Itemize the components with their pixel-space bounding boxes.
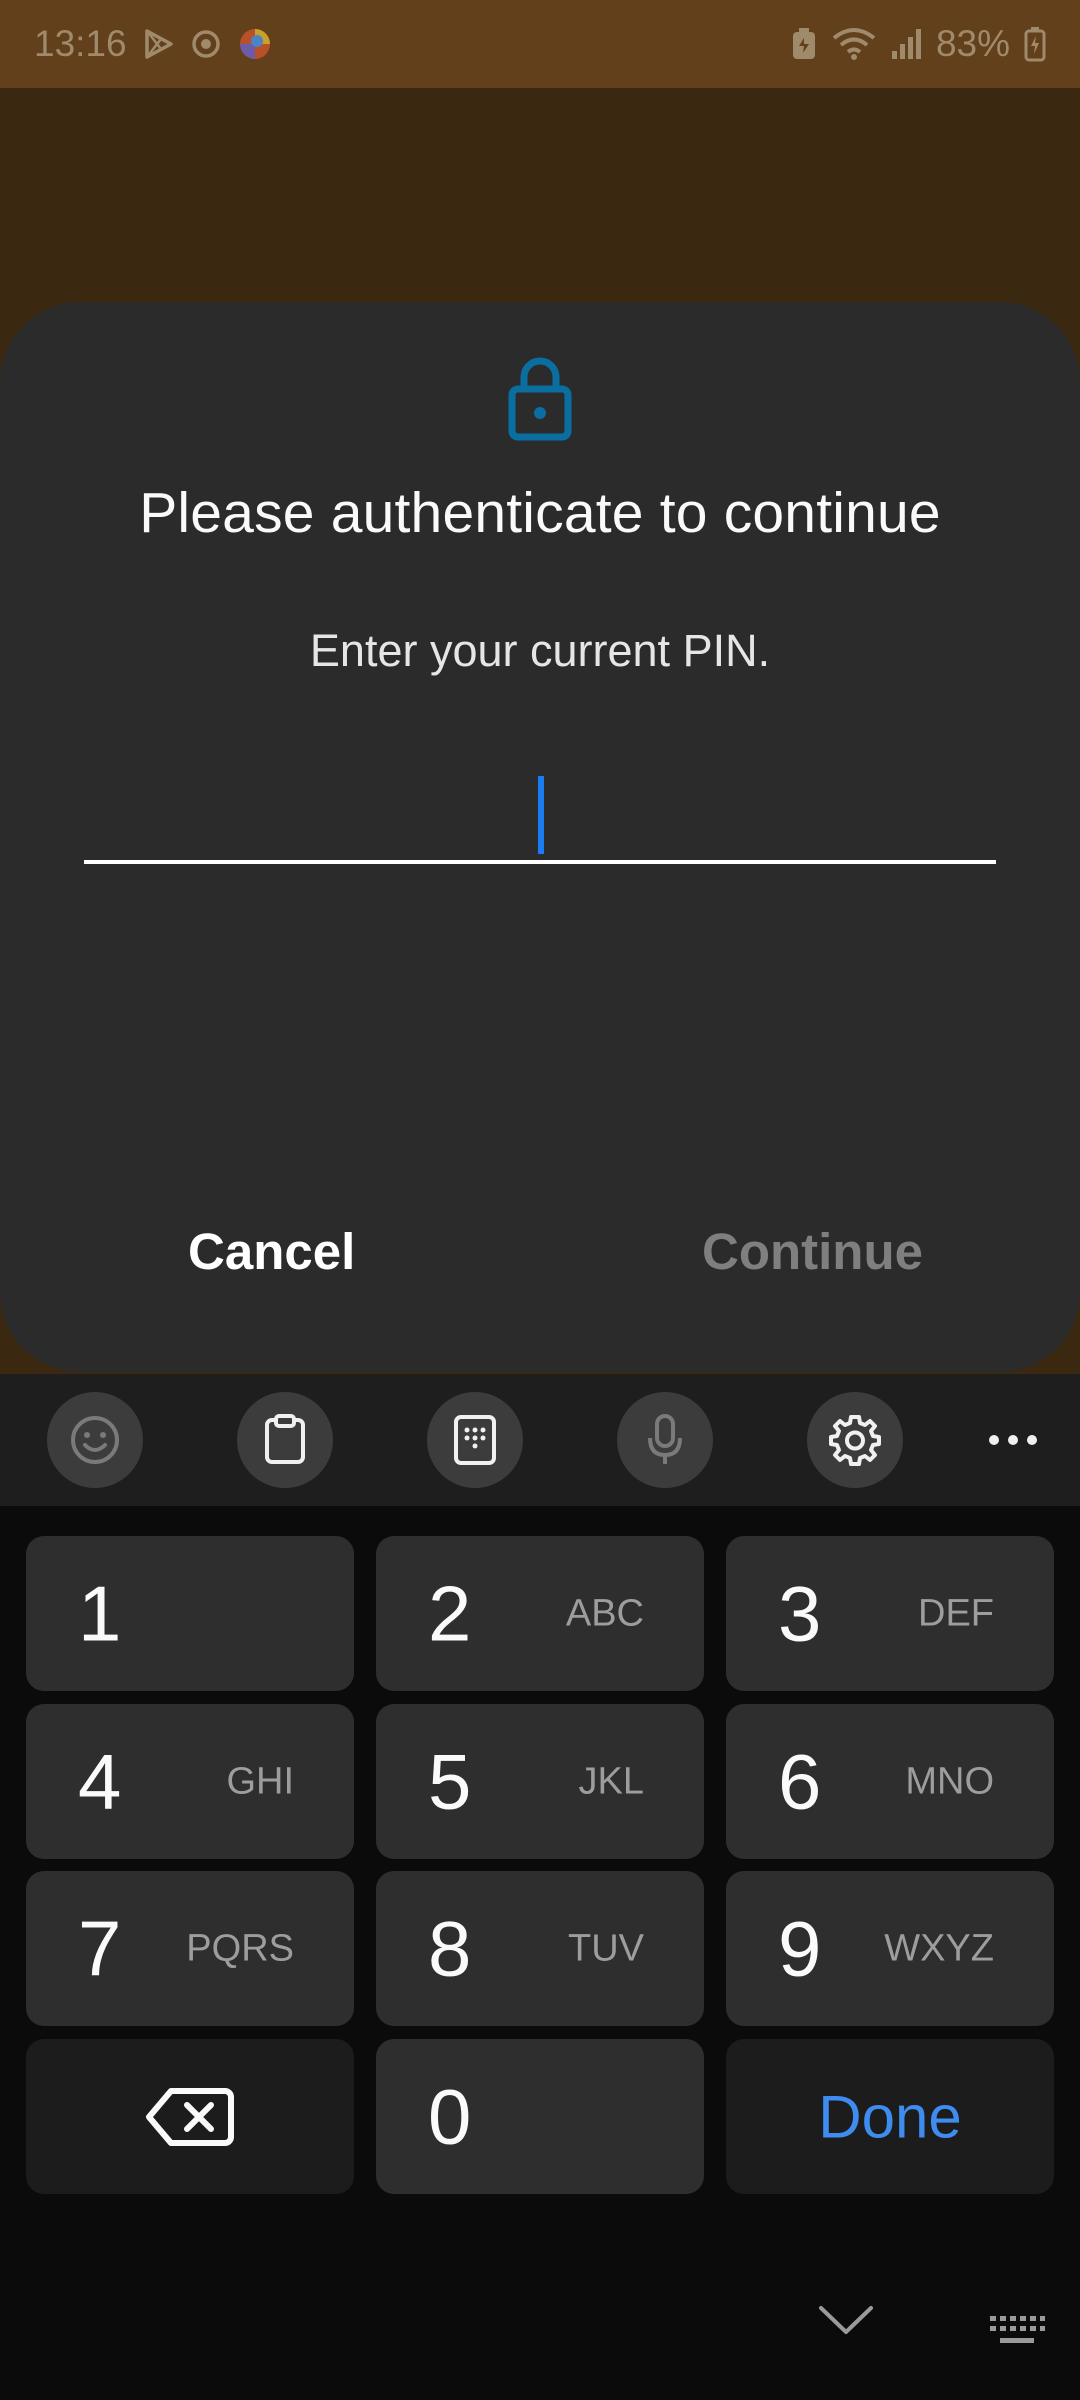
dialog-subtitle: Enter your current PIN.: [309, 625, 771, 676]
key-3[interactable]: 3 DEF: [726, 1536, 1054, 1691]
key-7[interactable]: 7 PQRS: [26, 1871, 354, 2026]
keypad-icon: [454, 1415, 496, 1465]
key-digit: 3: [778, 1569, 822, 1657]
key-digit: 6: [778, 1737, 822, 1825]
battery-percent: 83%: [935, 23, 1010, 64]
status-bar-left: 13:16: [34, 23, 273, 65]
done-label: Done: [818, 2083, 962, 2150]
key-letters: MNO: [905, 1760, 994, 1802]
key-digit: 1: [78, 1569, 122, 1657]
key-letters: GHI: [226, 1760, 294, 1802]
key-digit: 4: [78, 1737, 122, 1825]
key-2[interactable]: 2 ABC: [376, 1536, 704, 1691]
continue-button[interactable]: Continue: [702, 1222, 923, 1281]
emoji-icon: [71, 1416, 119, 1464]
key-letters: TUV: [568, 1927, 644, 1969]
text-cursor: [538, 776, 544, 854]
hide-keyboard-icon[interactable]: [815, 2300, 877, 2340]
keyboard-switch-icon[interactable]: [988, 2314, 1046, 2348]
key-4[interactable]: 4 GHI: [26, 1704, 354, 1859]
emoji-button[interactable]: [47, 1392, 143, 1488]
key-6[interactable]: 6 MNO: [726, 1704, 1054, 1859]
wifi-icon: [832, 26, 876, 62]
key-0[interactable]: 0: [376, 2039, 704, 2194]
clipboard-icon: [265, 1414, 305, 1464]
status-bar-right: 83%: [790, 23, 1046, 65]
key-digit: 9: [778, 1904, 822, 1992]
status-bar: 13:16 83%: [0, 0, 1080, 88]
sync-icon: [189, 27, 223, 61]
key-8[interactable]: 8 TUV: [376, 1871, 704, 2026]
clipboard-button[interactable]: [237, 1392, 333, 1488]
key-digit: 7: [78, 1904, 122, 1992]
status-time: 13:16: [34, 23, 127, 64]
backspace-key[interactable]: [26, 2039, 354, 2194]
microphone-icon: [648, 1414, 682, 1464]
signal-icon: [890, 27, 922, 61]
key-digit: 8: [428, 1904, 472, 1992]
backspace-icon: [146, 2087, 234, 2146]
app-icon: [237, 26, 273, 62]
voice-input-button[interactable]: [617, 1392, 713, 1488]
key-1[interactable]: 1: [26, 1536, 354, 1691]
key-digit: 2: [428, 1569, 472, 1657]
more-icon: [989, 1435, 1037, 1445]
key-5[interactable]: 5 JKL: [376, 1704, 704, 1859]
key-letters: JKL: [578, 1760, 644, 1802]
battery-charging-icon: [1024, 26, 1046, 62]
key-9[interactable]: 9 WXYZ: [726, 1871, 1054, 2026]
keypad-button[interactable]: [427, 1392, 523, 1488]
battery-saver-icon: [790, 26, 818, 62]
more-button[interactable]: [968, 1414, 1058, 1466]
key-letters: ABC: [565, 1592, 644, 1634]
key-letters: DEF: [918, 1592, 994, 1634]
key-digit: 5: [428, 1737, 472, 1825]
key-digit: 0: [428, 2072, 472, 2160]
cancel-button[interactable]: Cancel: [188, 1222, 355, 1281]
dialog-title: Please authenticate to continue: [139, 481, 941, 545]
lock-icon: [508, 357, 572, 441]
key-letters: PQRS: [186, 1927, 294, 1969]
pin-input[interactable]: [84, 770, 996, 864]
done-key[interactable]: Done: [726, 2039, 1054, 2194]
key-letters: WXYZ: [884, 1927, 994, 1969]
settings-icon: [829, 1415, 881, 1466]
keyboard-toolbar: [0, 1374, 1080, 1506]
play-store-icon: [141, 27, 175, 61]
keyboard-settings-button[interactable]: [807, 1392, 903, 1488]
